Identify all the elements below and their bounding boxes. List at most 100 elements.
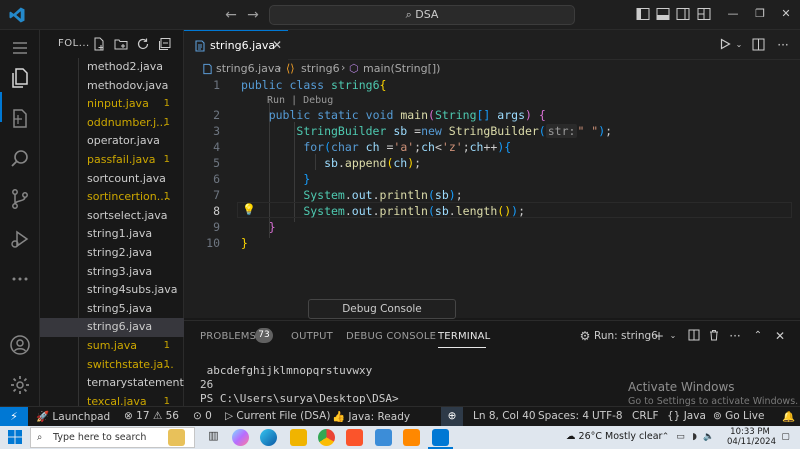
terminal-line: abcdefghijklmnopqrstuvwxy: [200, 364, 373, 377]
zoom-magnifier-icon[interactable]: ⊕: [441, 407, 463, 426]
settings-gear-icon[interactable]: [8, 373, 32, 397]
indentation-status[interactable]: Spaces: 4: [538, 410, 589, 422]
ports-status[interactable]: ⊙ 0: [193, 410, 212, 422]
forward-arrow-icon[interactable]: →: [244, 6, 262, 24]
debug-current-file[interactable]: ▷ Current File (DSA): [225, 410, 330, 422]
customize-layout-icon[interactable]: [697, 7, 711, 21]
close-panel-icon[interactable]: ✕: [773, 329, 787, 343]
file-item[interactable]: string1.java: [40, 225, 184, 244]
file-item[interactable]: ternarystatement....: [40, 374, 184, 393]
network-icon[interactable]: ◗: [689, 432, 700, 443]
more-actions-icon[interactable]: ···: [728, 329, 742, 343]
more-icon[interactable]: [8, 267, 32, 291]
tab-output[interactable]: OUTPUT: [291, 331, 333, 342]
file-item[interactable]: sortincertion.... 1: [40, 188, 184, 207]
file-item[interactable]: oddnumber.j... 1: [40, 114, 184, 133]
file-item[interactable]: string4subs.java: [40, 281, 184, 300]
edge-browser-icon[interactable]: [260, 429, 277, 446]
file-item[interactable]: string3.java: [40, 263, 184, 282]
launchpad-item[interactable]: 🚀 Launchpad: [36, 410, 110, 423]
codelens-run-debug[interactable]: Run | Debug: [267, 95, 333, 106]
tab-problems[interactable]: PROBLEMS: [200, 331, 256, 342]
status-bar: ⚡ 🚀 Launchpad ⊗ 17 ⚠ 56 ⊙ 0 ▷ Current Fi…: [0, 406, 800, 426]
collapse-all-icon[interactable]: [158, 37, 172, 51]
file-explorer-icon[interactable]: [290, 429, 307, 446]
cursor-position[interactable]: Ln 8, Col 40: [473, 410, 536, 422]
app-icon[interactable]: [375, 429, 392, 446]
file-item[interactable]: string5.java: [40, 300, 184, 319]
toggle-panel-icon[interactable]: [656, 7, 670, 21]
folder-label[interactable]: FOL...: [58, 38, 90, 49]
java-status[interactable]: 👍 Java: Ready: [332, 410, 410, 423]
copilot-icon[interactable]: [232, 429, 249, 446]
notifications-bell-icon[interactable]: 🔔: [782, 410, 795, 423]
run-icon[interactable]: [718, 38, 732, 52]
file-item[interactable]: sortcount.java: [40, 170, 184, 189]
chevron-down-icon[interactable]: ⌄: [666, 329, 680, 343]
vlc-icon[interactable]: [403, 429, 420, 446]
new-folder-icon[interactable]: [114, 37, 128, 51]
source-control-icon[interactable]: [8, 187, 32, 211]
problems-status[interactable]: ⊗ 17 ⚠ 56: [124, 410, 179, 422]
go-live-button[interactable]: ⊚ Go Live: [713, 410, 764, 422]
code-editor[interactable]: 1 2 3 4 5 6 7 8 9 10 💡 Run | Debug public class s…: [184, 78, 800, 318]
file-item[interactable]: string6.java: [40, 318, 184, 337]
breadcrumb-class[interactable]: string6: [301, 62, 340, 75]
split-editor-icon[interactable]: [751, 38, 765, 52]
split-terminal-icon[interactable]: [687, 329, 701, 343]
file-item[interactable]: methodov.java: [40, 77, 184, 96]
system-clock[interactable]: 10:33 PM 04/11/2024: [727, 427, 776, 447]
breadcrumb-file[interactable]: string6.java: [216, 62, 281, 75]
volume-icon[interactable]: 🔈: [703, 432, 714, 443]
tab-string6-java[interactable]: string6.java ✕: [184, 30, 288, 60]
new-file-icon[interactable]: [92, 37, 106, 51]
chevron-down-icon[interactable]: ⌄: [732, 38, 746, 52]
file-item[interactable]: method2.java: [40, 58, 184, 77]
file-item[interactable]: sortselect.java: [40, 207, 184, 226]
battery-icon[interactable]: ▭: [675, 432, 686, 443]
file-item[interactable]: switchstate.ja... 1: [40, 356, 184, 375]
terminal-run-label[interactable]: Run: string6: [594, 330, 658, 342]
account-icon[interactable]: [8, 333, 32, 357]
language-mode[interactable]: {} Java: [667, 410, 706, 422]
refresh-icon[interactable]: [136, 37, 150, 51]
trash-icon[interactable]: [707, 329, 721, 343]
breadcrumb-method[interactable]: main(String[]): [363, 62, 440, 75]
task-view-icon[interactable]: ▥: [205, 429, 222, 446]
brave-browser-icon[interactable]: [346, 429, 363, 446]
tab-debug-console[interactable]: DEBUG CONSOLE: [346, 331, 436, 342]
back-arrow-icon[interactable]: ←: [222, 6, 240, 24]
close-window-icon[interactable]: ✕: [779, 7, 793, 21]
search-highlight-icon[interactable]: [168, 429, 185, 446]
file-item[interactable]: sum.java 1: [40, 337, 184, 356]
search-magnifier-icon[interactable]: [8, 147, 32, 171]
restore-window-icon[interactable]: ❐: [753, 7, 767, 21]
tray-chevron-up-icon[interactable]: ⌃: [660, 432, 671, 443]
run-and-debug-icon[interactable]: [8, 227, 32, 251]
maximize-panel-chevron-up-icon[interactable]: ⌃: [751, 329, 765, 343]
explorer-icon[interactable]: [8, 66, 32, 90]
remote-indicator-icon[interactable]: ⚡: [0, 407, 28, 426]
file-item[interactable]: passfail.java 1: [40, 151, 184, 170]
chrome-browser-icon[interactable]: [318, 429, 335, 446]
close-icon[interactable]: ✕: [272, 38, 282, 52]
menu-icon[interactable]: [8, 36, 32, 60]
search-icon[interactable]: [8, 107, 32, 131]
vscode-taskbar-icon[interactable]: [432, 429, 449, 446]
tab-terminal[interactable]: TERMINAL: [438, 331, 490, 342]
notifications-icon[interactable]: ▢: [780, 432, 791, 443]
file-item[interactable]: operator.java: [40, 132, 184, 151]
add-terminal-icon[interactable]: +: [652, 329, 666, 343]
command-center-search[interactable]: ⌕ DSA: [269, 5, 575, 25]
weather-widget[interactable]: ☁ 26°C Mostly clear: [566, 431, 662, 442]
toggle-primary-sidebar-icon[interactable]: [636, 7, 650, 21]
encoding-status[interactable]: UTF-8: [592, 410, 623, 422]
more-actions-icon[interactable]: ···: [776, 38, 790, 52]
vscode-logo-icon[interactable]: [8, 6, 26, 24]
file-item[interactable]: ninput.java 1: [40, 95, 184, 114]
file-item[interactable]: string2.java: [40, 244, 184, 263]
eol-status[interactable]: CRLF: [632, 410, 659, 422]
toggle-secondary-sidebar-icon[interactable]: [676, 7, 690, 21]
windows-start-icon[interactable]: [8, 430, 22, 444]
minimize-window-icon[interactable]: —: [726, 7, 740, 21]
